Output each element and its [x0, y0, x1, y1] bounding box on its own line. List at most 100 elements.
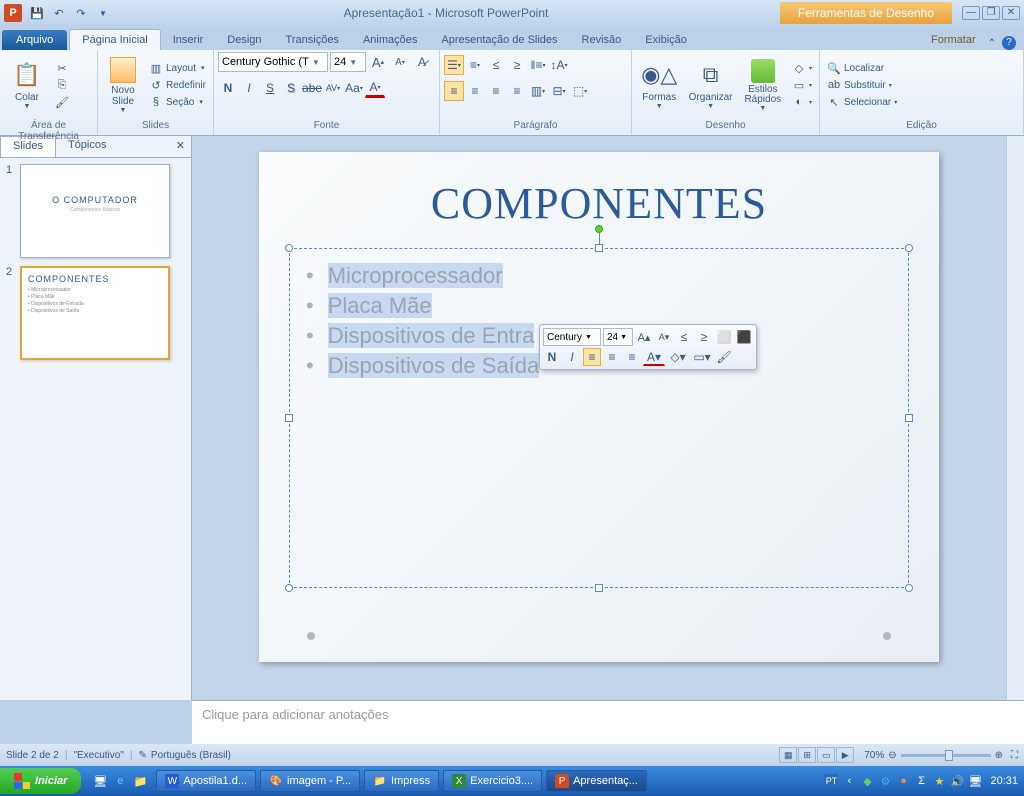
design-tab[interactable]: Design: [215, 30, 273, 50]
mini-italic[interactable]: I: [563, 348, 581, 366]
tray-icon[interactable]: ⚙: [878, 774, 892, 788]
font-size-combo[interactable]: 24▼: [330, 52, 366, 72]
decrease-indent-button[interactable]: ≤: [486, 55, 506, 75]
zoom-in-button[interactable]: ⊕: [995, 750, 1003, 761]
help-icon[interactable]: ?: [1002, 36, 1016, 50]
zoom-label[interactable]: 70%: [864, 750, 884, 761]
columns-button[interactable]: ▥▾: [528, 81, 548, 101]
minimize-button[interactable]: —: [962, 6, 980, 20]
resize-handle[interactable]: [905, 584, 913, 592]
content-textbox[interactable]: Microprocessador Placa Mãe Dispositivos …: [289, 248, 909, 588]
review-tab[interactable]: Revisão: [570, 30, 634, 50]
line-spacing-button[interactable]: ‖≡▾: [528, 55, 548, 75]
bullet-item[interactable]: Placa Mãe: [306, 293, 892, 319]
copy-button[interactable]: ⎘: [52, 77, 72, 93]
align-right-button[interactable]: ≡: [486, 81, 506, 101]
mini-align-center[interactable]: ≡: [603, 348, 621, 366]
mini-increase-indent[interactable]: ≥: [695, 328, 713, 346]
resize-handle[interactable]: [285, 244, 293, 252]
normal-view-button[interactable]: ▦: [779, 747, 797, 763]
qat-dropdown-icon[interactable]: ▼: [94, 4, 112, 22]
mini-bold[interactable]: N: [543, 348, 561, 366]
shrink-font-button[interactable]: A▾: [390, 52, 410, 72]
mini-grow-font[interactable]: A▴: [635, 328, 653, 346]
font-family-combo[interactable]: Century Gothic (T▼: [218, 52, 328, 72]
undo-icon[interactable]: ↶: [50, 4, 68, 22]
restore-button[interactable]: ❐: [982, 6, 1000, 20]
italic-button[interactable]: I: [239, 78, 259, 98]
section-button[interactable]: §Seção▾: [146, 94, 209, 110]
cut-button[interactable]: ✂: [52, 60, 72, 76]
mini-send-back[interactable]: ⬛: [735, 328, 753, 346]
shapes-button[interactable]: ◉△ Formas▼: [636, 52, 683, 118]
mini-fill[interactable]: ◇▾: [667, 348, 689, 366]
resize-handle[interactable]: [595, 584, 603, 592]
shape-outline-button[interactable]: ▭▾: [789, 77, 815, 93]
tray-icon[interactable]: Σ: [914, 774, 928, 788]
thumbnail-1[interactable]: 1 O COMPUTADOR Componentes Básicos: [6, 164, 185, 258]
zoom-slider[interactable]: [901, 754, 991, 757]
spellcheck-icon[interactable]: ✎: [139, 750, 147, 761]
close-panel-icon[interactable]: ✕: [170, 136, 191, 157]
mini-bring-front[interactable]: ⬜: [715, 328, 733, 346]
view-tab[interactable]: Exibição: [633, 30, 699, 50]
layout-button[interactable]: ▥Layout▾: [146, 60, 209, 76]
taskbar-app-word[interactable]: WApostila1.d...: [156, 770, 256, 792]
align-center-button[interactable]: ≡: [465, 81, 485, 101]
language-indicator[interactable]: Português (Brasil): [151, 750, 231, 761]
paste-button[interactable]: 📋 Colar ▼: [4, 52, 50, 118]
lang-indicator[interactable]: PT: [824, 774, 838, 788]
justify-button[interactable]: ≡: [507, 81, 527, 101]
taskbar-app-powerpoint[interactable]: PApresentaç...: [546, 770, 647, 792]
align-text-button[interactable]: ⊟▾: [549, 81, 569, 101]
tray-icon[interactable]: ●: [896, 774, 910, 788]
mini-decrease-indent[interactable]: ≤: [675, 328, 693, 346]
rotate-handle[interactable]: [595, 225, 603, 233]
mini-font-color[interactable]: A▾: [643, 348, 665, 366]
tray-icon[interactable]: ◆: [860, 774, 874, 788]
animations-tab[interactable]: Animações: [351, 30, 429, 50]
insert-tab[interactable]: Inserir: [161, 30, 216, 50]
bullets-button[interactable]: ☰▾: [444, 55, 464, 75]
tray-icon[interactable]: 🔊: [950, 774, 964, 788]
underline-button[interactable]: S: [260, 78, 280, 98]
taskbar-app-impress[interactable]: 📁Impress: [364, 770, 439, 792]
home-tab[interactable]: Página Inicial: [69, 29, 160, 50]
start-button[interactable]: Iniciar: [0, 768, 81, 794]
mini-font-combo[interactable]: Century▼: [543, 328, 601, 346]
quick-styles-button[interactable]: Estilos Rápidos▼: [739, 52, 787, 118]
file-tab[interactable]: Arquivo: [2, 30, 67, 50]
shape-effects-button[interactable]: ◐▾: [789, 94, 815, 110]
tray-expand-icon[interactable]: ‹: [842, 774, 856, 788]
numbering-button[interactable]: ≡▾: [465, 55, 485, 75]
replace-button[interactable]: abSubstituir▾: [824, 77, 900, 93]
resize-handle[interactable]: [905, 414, 913, 422]
find-button[interactable]: 🔍Localizar: [824, 60, 900, 76]
notes-pane[interactable]: Clique para adicionar anotações: [192, 700, 1024, 744]
resize-handle[interactable]: [905, 244, 913, 252]
mini-outline[interactable]: ▭▾: [691, 348, 713, 366]
new-slide-button[interactable]: Novo Slide ▼: [102, 52, 144, 118]
text-direction-button[interactable]: ↕A▾: [549, 55, 569, 75]
shape-fill-button[interactable]: ◇▾: [789, 60, 815, 76]
mini-align-right[interactable]: ≡: [623, 348, 641, 366]
font-color-button[interactable]: A▾: [365, 78, 385, 98]
resize-handle[interactable]: [285, 414, 293, 422]
mini-size-combo[interactable]: 24▼: [603, 328, 633, 346]
slide-editor[interactable]: COMPONENTES Microprocessador Placa Mãe D…: [192, 136, 1006, 700]
smartart-button[interactable]: ⬚▾: [570, 81, 590, 101]
slideshow-tab[interactable]: Apresentação de Slides: [429, 30, 569, 50]
taskbar-app-paint[interactable]: 🎨imagem - P...: [260, 770, 360, 792]
mini-shrink-font[interactable]: A▾: [655, 328, 673, 346]
minimize-ribbon-icon[interactable]: ⌃: [988, 38, 996, 49]
change-case-button[interactable]: Aa▾: [344, 78, 364, 98]
tray-icon[interactable]: ★: [932, 774, 946, 788]
thumbnail-2[interactable]: 2 COMPONENTES • Microprocessador • Placa…: [6, 266, 185, 360]
arrange-button[interactable]: ⧉ Organizar▼: [685, 52, 737, 118]
grow-font-button[interactable]: A▴: [368, 52, 388, 72]
reading-view-button[interactable]: ▭: [817, 747, 835, 763]
ie-icon[interactable]: e: [111, 772, 129, 790]
transitions-tab[interactable]: Transições: [274, 30, 351, 50]
sorter-view-button[interactable]: ⊞: [798, 747, 816, 763]
slide-canvas[interactable]: COMPONENTES Microprocessador Placa Mãe D…: [259, 152, 939, 662]
